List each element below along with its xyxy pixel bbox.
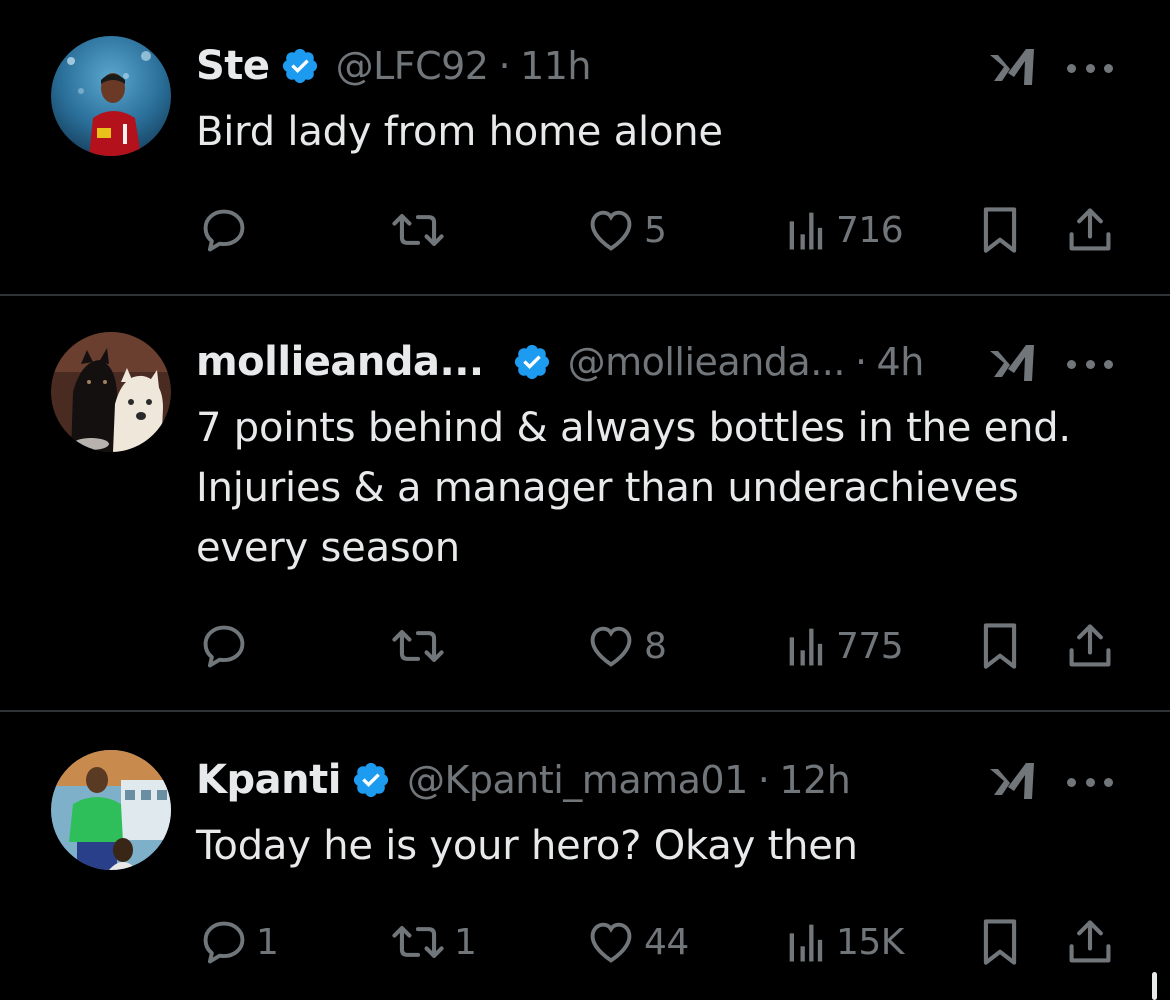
more-options-icon[interactable] — [1067, 62, 1113, 74]
separator-dot: · — [757, 758, 770, 802]
heart-icon — [590, 626, 632, 667]
more-options-icon[interactable] — [1067, 358, 1113, 370]
views-icon — [789, 212, 823, 250]
repost-icon — [392, 630, 444, 662]
share-icon — [1069, 920, 1111, 963]
view-count: 775 — [836, 625, 904, 667]
like-count: 8 — [644, 625, 667, 667]
reply-icon — [203, 209, 245, 252]
tweet-card[interactable]: Ste @LFC92 · 11h Bird lady from home alo… — [0, 0, 1170, 296]
avatar[interactable] — [51, 332, 171, 452]
avatar-person-icon — [51, 750, 171, 870]
verified-badge-icon[interactable] — [280, 46, 320, 86]
reply-button[interactable]: 1 — [198, 912, 279, 972]
grok-icon[interactable] — [988, 761, 1038, 801]
reply-icon — [203, 921, 245, 964]
tweet-text: Bird lady from home alone — [196, 102, 1126, 162]
repost-count: 1 — [454, 921, 477, 963]
more-options-icon[interactable] — [1067, 776, 1113, 788]
bookmark-icon — [983, 623, 1017, 669]
share-button[interactable] — [1066, 200, 1114, 260]
tweet-text: Today he is your hero? Okay then — [196, 816, 1126, 876]
scrollbar-thumb[interactable] — [1152, 972, 1157, 1000]
user-handle[interactable]: @LFC92 — [336, 44, 489, 88]
bookmark-button[interactable] — [976, 616, 1024, 676]
views-button[interactable]: 775 — [784, 616, 904, 676]
tweet-header: Kpanti @Kpanti_mama01 · 12h — [196, 750, 851, 810]
like-count: 44 — [644, 921, 689, 963]
tweet-text-line: Injuries & a manager than underachieves — [196, 465, 1019, 511]
reply-button[interactable] — [198, 616, 256, 676]
repost-icon — [392, 214, 444, 246]
action-bar: 8 775 — [0, 616, 1170, 676]
views-button[interactable]: 15K — [784, 912, 904, 972]
avatar-footballer-icon — [51, 36, 171, 156]
verified-badge-icon[interactable] — [351, 760, 391, 800]
avatar[interactable] — [51, 36, 171, 156]
bookmark-icon — [983, 207, 1017, 253]
timestamp[interactable]: 4h — [877, 340, 925, 384]
grok-icon[interactable] — [988, 343, 1038, 383]
display-name[interactable]: Kpanti — [196, 757, 341, 803]
reply-button[interactable] — [198, 200, 256, 260]
reply-count: 1 — [256, 921, 279, 963]
tweet-card[interactable]: Kpanti @Kpanti_mama01 · 12h Today he is … — [0, 712, 1170, 1000]
action-bar: 5 716 — [0, 200, 1170, 260]
timestamp[interactable]: 11h — [520, 44, 591, 88]
like-count: 5 — [644, 209, 667, 251]
like-button[interactable]: 8 — [584, 616, 667, 676]
tweet-text-line: every season — [196, 525, 460, 571]
share-button[interactable] — [1066, 912, 1114, 972]
heart-icon — [590, 922, 632, 963]
separator-dot: · — [498, 44, 511, 88]
share-icon — [1069, 624, 1111, 667]
tweet-text-line: 7 points behind & always bottles in the … — [196, 405, 1071, 451]
views-icon — [789, 628, 823, 666]
reply-feed: Ste @LFC92 · 11h Bird lady from home alo… — [0, 0, 1170, 1000]
verified-badge-icon[interactable] — [512, 342, 552, 382]
user-handle[interactable]: @mollieanda... — [568, 340, 846, 384]
tweet-card[interactable]: mollieanda... @mollieanda... · 4h 7 poin… — [0, 296, 1170, 712]
tweet-text-line: Today he is your hero? Okay then — [196, 823, 858, 869]
repost-button[interactable] — [388, 616, 454, 676]
like-button[interactable]: 5 — [584, 200, 667, 260]
bookmark-button[interactable] — [976, 200, 1024, 260]
repost-button[interactable]: 1 — [388, 912, 477, 972]
views-button[interactable]: 716 — [784, 200, 904, 260]
user-handle[interactable]: @Kpanti_mama01 — [407, 758, 748, 802]
tweet-header: Ste @LFC92 · 11h — [196, 36, 592, 96]
tweet-header: mollieanda... @mollieanda... · 4h — [196, 332, 924, 392]
avatar-dogs-icon — [51, 332, 171, 452]
share-button[interactable] — [1066, 616, 1114, 676]
display-name[interactable]: Ste — [196, 43, 270, 89]
timestamp[interactable]: 12h — [779, 758, 850, 802]
tweet-text-line: Bird lady from home alone — [196, 109, 723, 155]
heart-icon — [590, 210, 632, 251]
reply-icon — [203, 625, 245, 668]
separator-dot: · — [854, 340, 867, 384]
share-icon — [1069, 208, 1111, 251]
action-bar: 1 1 44 15K — [0, 912, 1170, 972]
display-name[interactable]: mollieanda... — [196, 339, 484, 385]
grok-icon[interactable] — [988, 47, 1038, 87]
bookmark-button[interactable] — [976, 912, 1024, 972]
repost-button[interactable] — [388, 200, 454, 260]
views-icon — [789, 924, 823, 962]
tweet-text: 7 points behind & always bottles in the … — [196, 398, 1126, 578]
like-button[interactable]: 44 — [584, 912, 689, 972]
avatar[interactable] — [51, 750, 171, 870]
view-count: 716 — [836, 209, 904, 251]
view-count: 15K — [836, 921, 904, 963]
repost-icon — [392, 926, 444, 958]
bookmark-icon — [983, 919, 1017, 965]
